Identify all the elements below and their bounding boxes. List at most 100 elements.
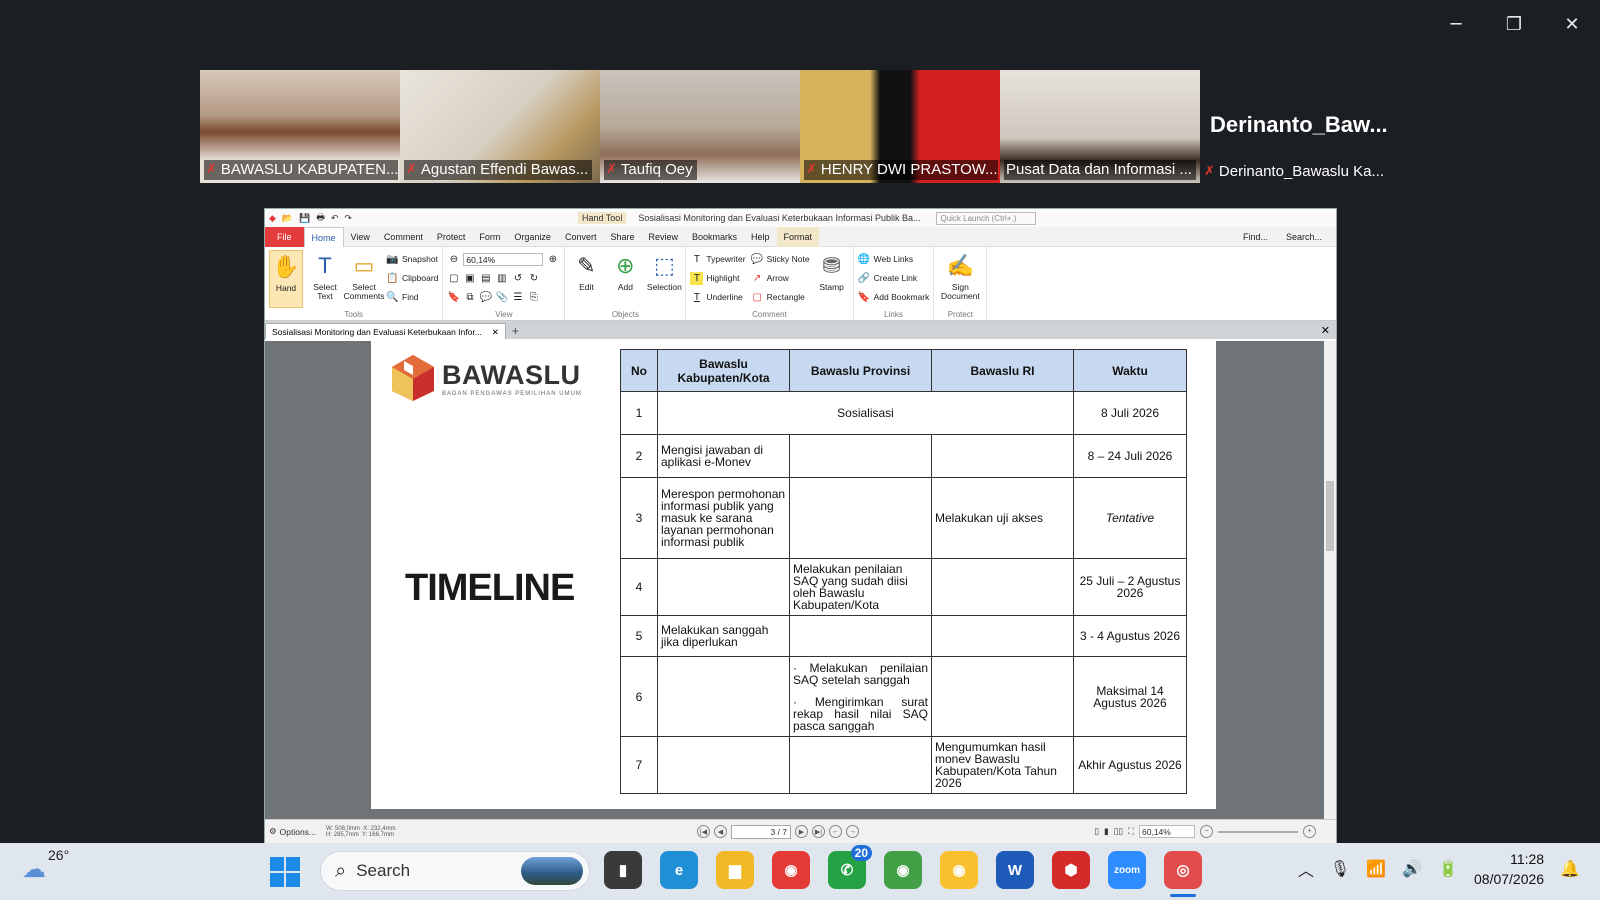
tab-file[interactable]: File xyxy=(265,226,304,247)
select-comments-button[interactable]: ▭ Select Comments xyxy=(343,250,384,308)
tab-format[interactable]: Format xyxy=(776,226,820,247)
tab-protect[interactable]: Protect xyxy=(430,227,473,247)
tab-bookmarks[interactable]: Bookmarks xyxy=(685,227,744,247)
stamp-button[interactable]: ⛃ Stamp xyxy=(815,250,849,308)
snapshot-button[interactable]: 📷 Snapshot xyxy=(386,252,438,266)
tab-form[interactable]: Form xyxy=(472,227,507,247)
recorder-app-icon[interactable]: ◎ xyxy=(1164,851,1202,897)
zoom-app-icon[interactable]: zoom xyxy=(1108,851,1146,889)
participant-tile[interactable]: ✗ BAWASLU KABUPATEN... xyxy=(200,70,400,183)
comment-icon[interactable]: 💬 xyxy=(479,291,492,304)
arrow-button[interactable]: ↗ Arrow xyxy=(751,271,810,285)
pages-icon[interactable]: ⧉ xyxy=(463,291,476,304)
attachment-icon[interactable]: 📎 xyxy=(495,291,508,304)
participant-tile-no-video[interactable]: Derinanto_Baw... ✗ Derinanto_Bawaslu Ka..… xyxy=(1200,70,1400,183)
participant-tile[interactable]: ✗ Taufiq Oey xyxy=(600,70,800,183)
participant-tile-active-speaker[interactable]: Pusat Data dan Informasi ... xyxy=(1000,70,1200,183)
last-page-icon[interactable]: ▶| xyxy=(812,825,825,838)
close-button[interactable]: ✕ xyxy=(1558,14,1586,35)
open-icon[interactable]: 📂 xyxy=(282,213,293,224)
bookmark-icon[interactable]: 🔖 xyxy=(447,291,460,304)
document-viewport[interactable]: BAWASLU BADAN PENGAWAS PEMILIHAN UMUM TI… xyxy=(265,341,1325,821)
web-links-button[interactable]: 🌐 Web Links xyxy=(858,252,930,266)
edge-app-icon[interactable]: e xyxy=(660,851,698,889)
volume-icon[interactable]: 🔊 xyxy=(1402,859,1422,879)
tab-organize[interactable]: Organize xyxy=(507,227,558,247)
document-tab[interactable]: Sosialisasi Monitoring dan Evaluasi Kete… xyxy=(265,323,506,339)
hand-tool-button[interactable]: ✋ Hand xyxy=(269,250,303,308)
layers-icon[interactable]: ☰ xyxy=(511,291,524,304)
chrome-profile-1-app-icon[interactable]: ◉ xyxy=(884,851,922,889)
first-page-icon[interactable]: |◀ xyxy=(697,825,710,838)
chrome-profile-2-app-icon[interactable]: ◉ xyxy=(940,851,978,889)
continuous-page-icon[interactable]: ▮ xyxy=(1104,826,1109,837)
zoom-in-icon[interactable]: ⊕ xyxy=(546,253,559,266)
restore-button[interactable]: ❐ xyxy=(1500,14,1528,35)
scrollbar-thumb[interactable] xyxy=(1326,481,1334,551)
gear-icon[interactable]: ⚙ xyxy=(269,826,277,837)
microphone-icon[interactable]: 🎙 xyxy=(1330,859,1350,879)
create-link-button[interactable]: 🔗 Create Link xyxy=(858,271,930,285)
back-view-icon[interactable]: ← xyxy=(829,825,842,838)
select-text-button[interactable]: T Select Text xyxy=(308,250,342,308)
chevron-up-icon[interactable]: ︿ xyxy=(1298,857,1314,881)
print-icon[interactable]: 🖶 xyxy=(316,210,325,226)
rotate-right-icon[interactable]: ↻ xyxy=(527,272,540,285)
pdf-reader-app-icon[interactable]: ⬢ xyxy=(1052,851,1090,889)
windows-start-icon[interactable] xyxy=(270,857,300,887)
edit-button[interactable]: ✎ Edit xyxy=(569,250,603,308)
actual-size-icon[interactable]: ▢ xyxy=(447,272,460,285)
find-tool-button[interactable]: 🔍 Find xyxy=(386,290,438,304)
zoom-out-icon[interactable]: ⊖ xyxy=(447,253,460,266)
facing-page-icon[interactable]: ▯▯ xyxy=(1114,826,1123,837)
close-tab-icon[interactable]: ✕ xyxy=(492,324,499,339)
sign-document-button[interactable]: ✍ Sign Document xyxy=(938,250,982,308)
zoom-input[interactable]: 60,14% xyxy=(463,252,544,266)
next-page-icon[interactable]: ▶ xyxy=(795,825,808,838)
participant-tile[interactable]: ✗ HENRY DWI PRASTOW... xyxy=(800,70,1000,183)
task-view-app-icon[interactable]: ▮ xyxy=(604,851,642,889)
fullscreen-icon[interactable]: ⛶ xyxy=(1128,826,1134,837)
redo-icon[interactable]: ↷ xyxy=(344,213,352,224)
status-zoom-in-icon[interactable]: + xyxy=(1303,825,1316,838)
status-zoom-input[interactable]: 60,14% xyxy=(1139,825,1195,838)
prev-page-icon[interactable]: ◀ xyxy=(714,825,727,838)
typewriter-button[interactable]: T Typewriter xyxy=(690,252,746,266)
word-app-icon[interactable]: W xyxy=(996,851,1034,889)
new-tab-icon[interactable]: + xyxy=(506,323,525,339)
selection-button[interactable]: ⬚ Selection xyxy=(647,250,682,308)
highlight-button[interactable]: T Highlight xyxy=(690,271,745,285)
underline-button[interactable]: T Underline xyxy=(690,290,745,304)
wifi-icon[interactable]: 📶 xyxy=(1366,859,1386,879)
add-bookmark-button[interactable]: 🔖 Add Bookmark xyxy=(858,290,929,304)
page-number-input[interactable]: 3 / 7 xyxy=(731,824,791,839)
options-button[interactable]: Options... xyxy=(280,827,316,837)
whatsapp-app-icon[interactable]: ✆ 20 xyxy=(828,845,872,889)
fit-visible-icon[interactable]: ▥ xyxy=(495,272,508,285)
participant-tile[interactable]: ✗ Agustan Effendi Bawas... xyxy=(400,70,600,183)
chrome-app-icon[interactable]: ◉ xyxy=(772,851,810,889)
notification-bell-icon[interactable]: 🔔 xyxy=(1560,859,1580,879)
minimize-button[interactable]: ─ xyxy=(1442,14,1470,35)
tab-home[interactable]: Home xyxy=(303,226,344,247)
tab-convert[interactable]: Convert xyxy=(558,227,604,247)
search-button[interactable]: Search... xyxy=(1279,227,1329,247)
tab-comment[interactable]: Comment xyxy=(377,227,430,247)
status-zoom-out-icon[interactable]: − xyxy=(1200,825,1213,838)
tab-help[interactable]: Help xyxy=(744,227,777,247)
tab-view[interactable]: View xyxy=(344,227,377,247)
fit-width-icon[interactable]: ▤ xyxy=(479,272,492,285)
find-button[interactable]: Find... xyxy=(1236,227,1275,247)
battery-icon[interactable]: 🔋 xyxy=(1438,859,1458,879)
fit-page-icon[interactable]: ▣ xyxy=(463,272,476,285)
zoom-slider[interactable] xyxy=(1218,830,1298,833)
weather-widget[interactable]: ☁ 26° xyxy=(22,847,69,884)
tab-review[interactable]: Review xyxy=(642,227,686,247)
close-document-icon[interactable]: ✕ xyxy=(1315,323,1336,339)
rectangle-button[interactable]: ▢ Rectangle xyxy=(751,290,810,304)
tab-share[interactable]: Share xyxy=(603,227,641,247)
file-explorer-app-icon[interactable]: ▆ xyxy=(716,851,754,889)
vertical-scrollbar[interactable] xyxy=(1324,341,1336,821)
clipboard-button[interactable]: 📋 Clipboard xyxy=(386,271,438,285)
quick-launch-input[interactable]: Quick Launch (Ctrl+.) xyxy=(936,211,1037,225)
